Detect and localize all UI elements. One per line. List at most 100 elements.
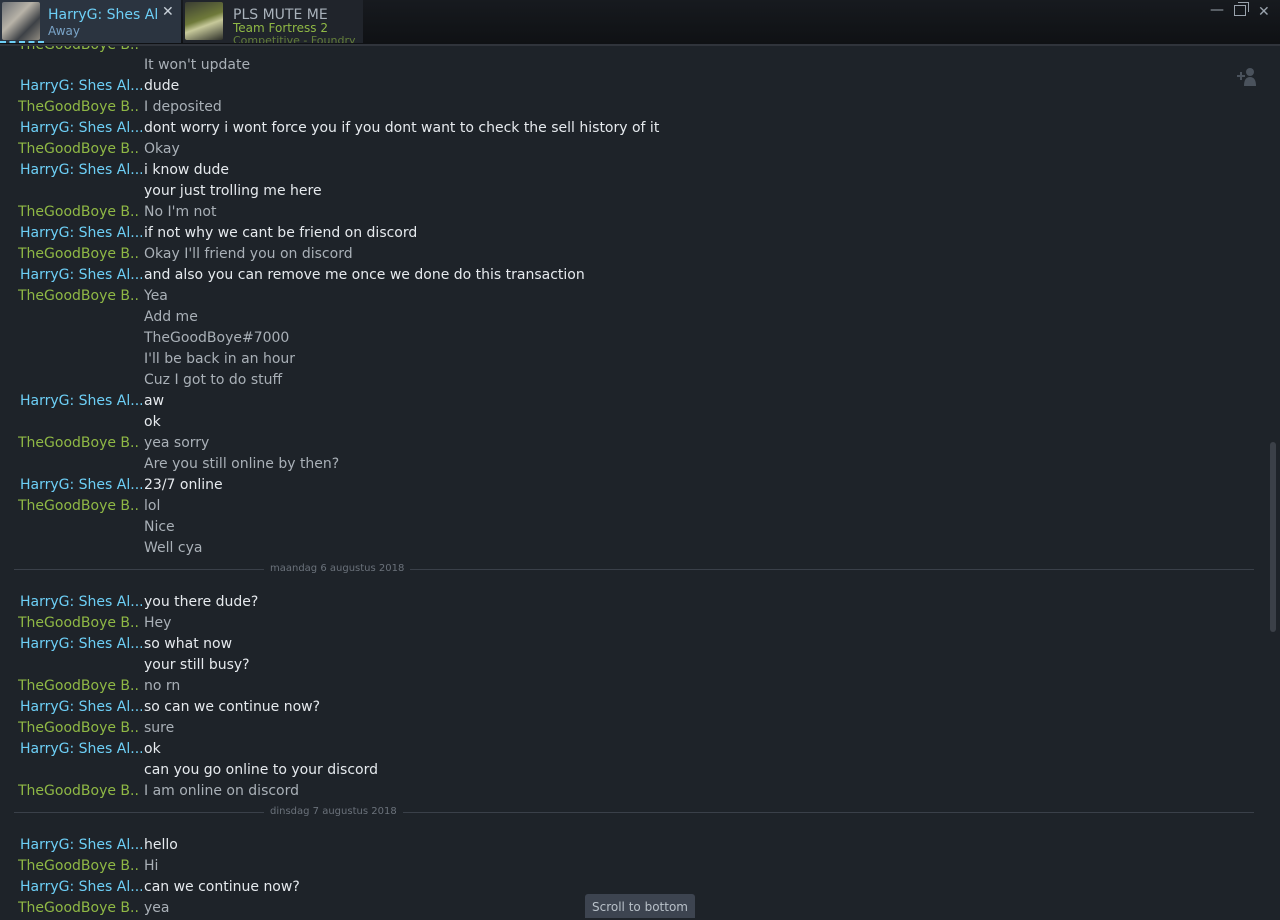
message-row: It won't update <box>0 55 1240 76</box>
chat-log[interactable]: TheGoodBoye B...: It won't updateHarryG:… <box>0 46 1266 918</box>
divider-line <box>14 569 1254 570</box>
message-sender[interactable]: HarryG: Shes Al...: <box>20 160 142 181</box>
message-sender[interactable]: HarryG: Shes Al...: <box>20 76 142 97</box>
chat-tab-harryg[interactable]: HarryG: Shes Al Away ✕ <box>0 0 181 43</box>
avatar <box>2 2 40 40</box>
close-window-icon[interactable]: ✕ <box>1258 4 1270 20</box>
message-text: TheGoodBoye#7000 <box>144 330 290 346</box>
message-sender[interactable]: HarryG: Shes Al...: <box>20 223 142 244</box>
message-text: yea sorry <box>144 435 210 451</box>
message-sender[interactable]: TheGoodBoye B...: <box>18 718 140 739</box>
message-row: ok <box>0 412 1240 433</box>
message-sender[interactable]: TheGoodBoye B...: <box>18 97 140 118</box>
message-sender[interactable]: HarryG: Shes Al...: <box>20 739 142 760</box>
scrollbar-thumb[interactable] <box>1270 442 1276 632</box>
message-text: Hi <box>144 858 159 874</box>
message-text: you there dude? <box>144 594 259 610</box>
message-sender[interactable]: HarryG: Shes Al...: <box>20 475 142 496</box>
message-sender[interactable]: TheGoodBoye B...: <box>18 781 140 802</box>
message-text: Are you still online by then? <box>144 456 340 472</box>
message-text: dont worry i wont force you if you dont … <box>144 120 660 136</box>
scroll-to-bottom-button[interactable]: Scroll to bottom <box>585 894 695 918</box>
message-text: hello <box>144 837 178 853</box>
chat-tab-pls-mute-me[interactable]: PLS MUTE ME Team Fortress 2 Competitive … <box>183 0 363 43</box>
message-text: It won't update <box>144 57 251 73</box>
message-row: TheGoodBoye B...: No I'm not <box>0 202 1240 223</box>
chat-tab-bar: HarryG: Shes Al Away ✕ PLS MUTE ME Team … <box>0 0 1280 46</box>
message-row: HarryG: Shes Al...: ok <box>0 739 1240 760</box>
message-sender[interactable]: HarryG: Shes Al...: <box>20 835 142 856</box>
message-sender[interactable]: TheGoodBoye B...: <box>18 433 140 454</box>
message-row: can you go online to your discord <box>0 760 1240 781</box>
message-sender[interactable]: HarryG: Shes Al...: <box>20 265 142 286</box>
tab-friend-name: HarryG: Shes Al <box>48 7 159 23</box>
message-text: can we continue now? <box>144 879 300 895</box>
message-text: ok <box>144 741 161 757</box>
message-row: your still busy? <box>0 655 1240 676</box>
message-row: HarryG: Shes Al...: so can we continue no… <box>0 697 1240 718</box>
message-row: HarryG: Shes Al...: you there dude? <box>0 592 1240 613</box>
message-sender[interactable]: TheGoodBoye B...: <box>18 613 140 634</box>
message-row: I'll be back in an hour <box>0 349 1240 370</box>
message-sender[interactable]: HarryG: Shes Al...: <box>20 697 142 718</box>
message-sender[interactable]: TheGoodBoye B...: <box>18 898 140 918</box>
message-row: HarryG: Shes Al...: dude <box>0 76 1240 97</box>
message-text: your still busy? <box>144 657 250 673</box>
message-sender[interactable]: TheGoodBoye B...: <box>18 856 140 877</box>
message-row: TheGoodBoye B...: no rn <box>0 676 1240 697</box>
message-text: I am online on discord <box>144 783 300 799</box>
message-row: Nice <box>0 517 1240 538</box>
message-sender[interactable]: TheGoodBoye B...: <box>18 202 140 223</box>
message-text: sure <box>144 720 175 736</box>
message-sender[interactable]: TheGoodBoye B...: <box>18 244 140 265</box>
message-text: Cuz I got to do stuff <box>144 372 283 388</box>
message-row: TheGoodBoye B...: Hi <box>0 856 1240 877</box>
message-text: Well cya <box>144 540 203 556</box>
message-text: so can we continue now? <box>144 699 321 715</box>
minimize-icon[interactable]: — <box>1210 2 1224 18</box>
message-text: and also you can remove me once we done … <box>144 267 585 283</box>
message-text: so what now <box>144 636 233 652</box>
message-text: Add me <box>144 309 198 325</box>
message-sender[interactable]: HarryG: Shes Al...: <box>20 391 142 412</box>
message-sender[interactable]: HarryG: Shes Al...: <box>20 877 142 898</box>
message-text: lol <box>144 498 161 514</box>
message-text: Okay <box>144 141 180 157</box>
message-text: No I'm not <box>144 204 217 220</box>
message-text: Yea <box>144 288 168 304</box>
message-row: TheGoodBoye B...: I deposited <box>0 97 1240 118</box>
message-sender[interactable]: HarryG: Shes Al...: <box>20 118 142 139</box>
message-row: HarryG: Shes Al...: i know dude <box>0 160 1240 181</box>
close-tab-icon[interactable]: ✕ <box>162 4 174 20</box>
message-text: yea <box>144 900 170 916</box>
message-sender[interactable]: TheGoodBoye B...: <box>18 286 140 307</box>
date-divider: dinsdag 7 augustus 2018 <box>14 806 1254 818</box>
tab-unread-indicator <box>0 39 44 43</box>
message-text: aw <box>144 393 165 409</box>
message-text: your just trolling me here <box>144 183 322 199</box>
message-sender[interactable]: TheGoodBoye B...: <box>18 676 140 697</box>
message-text: can you go online to your discord <box>144 762 378 778</box>
maximize-icon[interactable] <box>1234 2 1249 20</box>
date-label: maandag 6 augustus 2018 <box>264 563 411 575</box>
tab-friend-status: Away <box>48 24 80 38</box>
message-text: no rn <box>144 678 181 694</box>
message-row: Cuz I got to do stuff <box>0 370 1240 391</box>
message-sender[interactable]: HarryG: Shes Al...: <box>20 592 142 613</box>
message-row: TheGoodBoye#7000 <box>0 328 1240 349</box>
message-row: HarryG: Shes Al...: if not why we cant be… <box>0 223 1240 244</box>
message-row: TheGoodBoye B...: yea sorry <box>0 433 1240 454</box>
message-row: HarryG: Shes Al...: 23/7 online <box>0 475 1240 496</box>
message-sender[interactable]: TheGoodBoye B...: <box>18 139 140 160</box>
date-label: dinsdag 7 augustus 2018 <box>264 806 403 818</box>
chat-scrollbar[interactable] <box>1268 46 1280 918</box>
message-row: TheGoodBoye B...: sure <box>0 718 1240 739</box>
message-row: Well cya <box>0 538 1240 559</box>
message-text: i know dude <box>144 162 230 178</box>
message-row: HarryG: Shes Al...: dont worry i wont for… <box>0 118 1240 139</box>
message-sender[interactable]: HarryG: Shes Al...: <box>20 634 142 655</box>
message-sender[interactable]: TheGoodBoye B...: <box>18 496 140 517</box>
add-friend-icon[interactable] <box>1236 66 1260 88</box>
avatar <box>185 2 223 40</box>
message-text: 23/7 online <box>144 477 223 493</box>
